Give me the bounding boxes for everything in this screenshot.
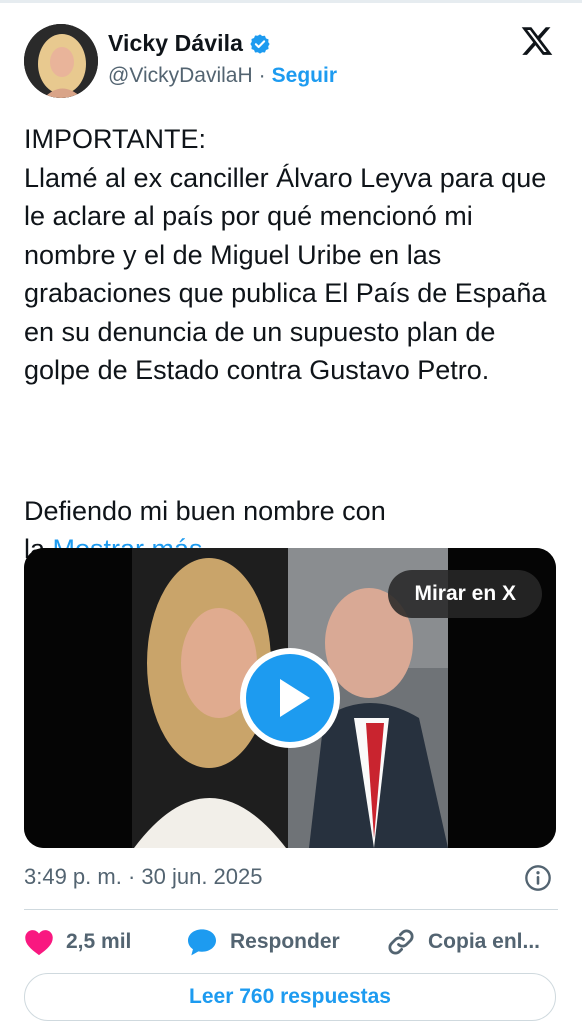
follow-button[interactable]: Seguir [272, 64, 337, 88]
video-thumbnail[interactable]: Mirar en X [24, 548, 556, 848]
action-bar: 2,5 mil Responder Copia enl... [24, 924, 564, 960]
author-handle[interactable]: @VickyDavilaH [108, 64, 253, 88]
tweet-timestamp[interactable]: 3:49 p. m. · 30 jun. 2025 [24, 864, 263, 890]
reply-action[interactable]: Responder [186, 924, 340, 960]
x-logo-icon[interactable] [520, 24, 554, 58]
info-icon[interactable] [524, 864, 552, 892]
heart-icon [25, 930, 53, 956]
top-divider [0, 0, 582, 3]
author-name[interactable]: Vicky Dávila [108, 30, 243, 57]
copy-link-label: Copia enl... [428, 930, 541, 953]
tweet-card: Vicky Dávila @VickyDavilaH · Seguir IMPO… [0, 0, 582, 1024]
avatar[interactable] [24, 24, 98, 98]
play-icon[interactable] [238, 646, 342, 750]
like-action[interactable]: 2,5 mil [24, 924, 131, 960]
separator-dot: · [258, 64, 266, 87]
tweet-text: IMPORTANTE: Llamé al ex canciller Álvaro… [24, 124, 547, 385]
like-count: 2,5 mil [66, 930, 132, 953]
read-replies-button[interactable]: Leer 760 respuestas [24, 973, 556, 1021]
reply-label: Responder [230, 930, 340, 953]
reply-bubble-icon [188, 929, 216, 956]
actions-divider [24, 909, 558, 910]
watch-on-x-button[interactable]: Mirar en X [388, 570, 542, 618]
link-icon [388, 929, 414, 955]
copy-link-action[interactable]: Copia enl... [386, 924, 540, 960]
verified-badge-icon [250, 33, 270, 54]
